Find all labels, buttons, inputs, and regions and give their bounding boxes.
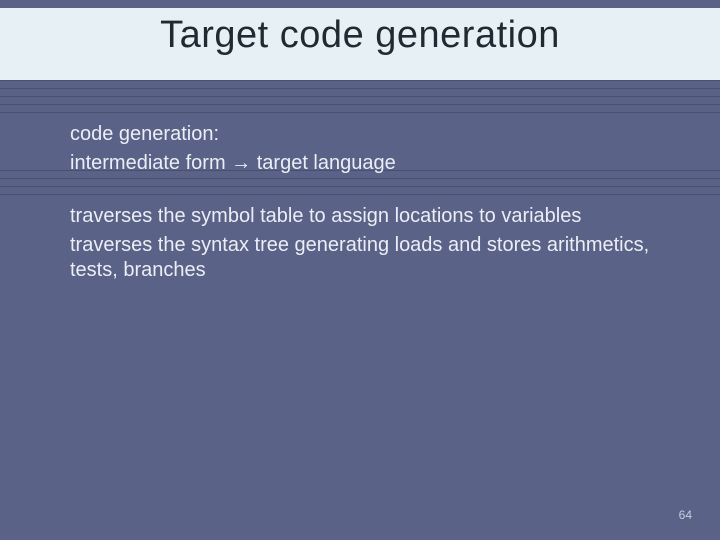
slide-title: Target code generation: [0, 14, 720, 57]
slide: Target code generation code generation: …: [0, 0, 720, 540]
body-line-3: traverses the symbol table to assign loc…: [70, 204, 670, 229]
body-line-4: traverses the syntax tree generating loa…: [70, 233, 670, 283]
page-number: 64: [679, 508, 692, 522]
body-line-2: intermediate form → target language: [70, 151, 670, 176]
body-line-1: code generation:: [70, 122, 670, 147]
slide-body: code generation: intermediate form → tar…: [70, 122, 670, 287]
